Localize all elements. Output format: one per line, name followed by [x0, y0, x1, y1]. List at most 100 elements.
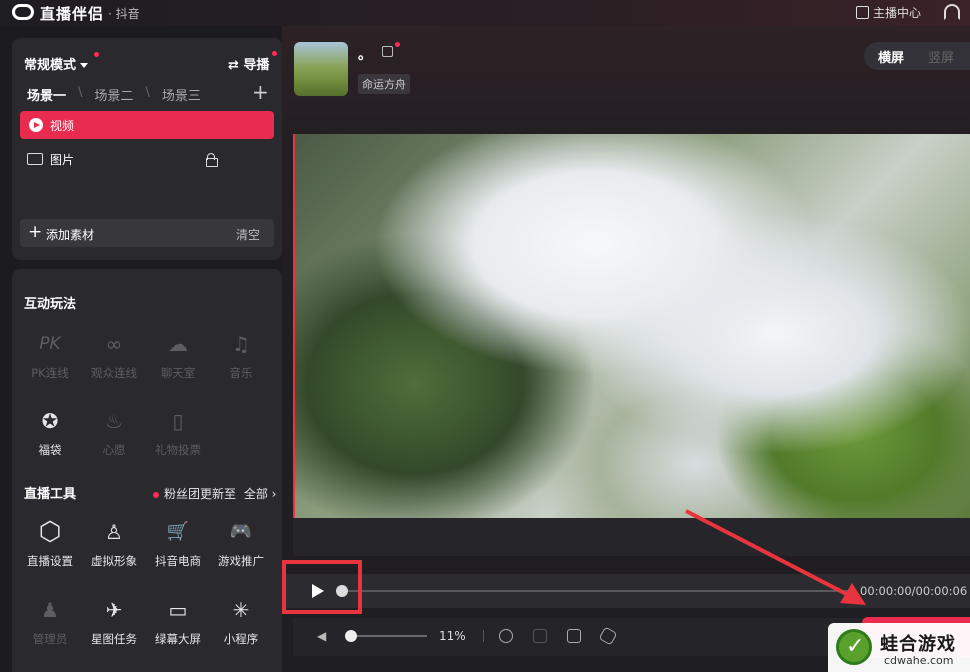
landscape-option[interactable]: 横屏	[864, 47, 904, 66]
volume-value: 11%	[439, 629, 466, 643]
volume-track[interactable]	[357, 635, 427, 637]
mini-program-button[interactable]: ✳ 小程序	[209, 597, 273, 647]
music-icon: ♫	[232, 332, 250, 356]
timeline-time: 00:00:00/00:00:06	[860, 584, 968, 598]
tab-separator: \	[145, 85, 150, 100]
lock-icon[interactable]	[206, 153, 218, 167]
source-item-video[interactable]: 视频	[20, 111, 274, 139]
ecommerce-button[interactable]: 🛒 抖音电商	[146, 519, 210, 569]
mini-program-icon: ✳	[232, 598, 250, 622]
wish-button[interactable]: ♨ 心愿	[82, 408, 146, 458]
swap-arrows-icon: ⇄	[228, 58, 244, 73]
support-headset-icon[interactable]	[944, 4, 960, 20]
scene-tabs: 场景一 \ 场景二 \ 场景三	[27, 85, 201, 104]
add-scene-plus-icon[interactable]: +	[252, 80, 269, 104]
host-center-link[interactable]: 主播中心	[856, 4, 921, 21]
edit-notification-dot	[395, 42, 400, 47]
fans-notice-label: 粉丝团更新至	[164, 487, 237, 501]
interactive-title: 互动玩法	[24, 297, 77, 312]
frog-logo-icon	[836, 629, 872, 665]
wish-icon: ♨	[105, 409, 123, 433]
gift-vote-button[interactable]: ▯ 礼物投票	[146, 408, 210, 458]
main-area: 。 命运方舟 横屏 竖屏 00:00:00/00:00:06 ◀ 11%	[282, 26, 970, 672]
gamepad-icon: 🎮	[229, 521, 253, 542]
add-material-bar: + 添加素材 清空	[20, 219, 274, 247]
settings-hex-icon: ⬡	[38, 517, 62, 547]
fans-notice[interactable]: 粉丝团更新至 全部 ›	[153, 485, 276, 502]
green-screen-button[interactable]: ▭ 绿幕大屏	[146, 597, 210, 647]
guide-label: 导播	[243, 58, 270, 73]
virtual-avatar-button[interactable]: ♙ 虚拟形象	[82, 519, 146, 569]
app-platform: · 抖音	[108, 7, 140, 21]
tab-scene-2[interactable]: 场景二	[94, 85, 133, 104]
green-screen-label: 绿幕大屏	[155, 632, 201, 646]
highlight-box	[282, 560, 362, 614]
portrait-option[interactable]: 竖屏	[904, 47, 954, 66]
hexagon-settings-icon[interactable]	[598, 626, 618, 646]
app-title: 直播伴侣	[40, 5, 105, 23]
monitor-icon: ▭	[168, 598, 188, 622]
clear-button[interactable]: 清空	[236, 226, 260, 243]
bar-chart-icon: ▯	[172, 409, 184, 433]
notification-dot	[94, 52, 99, 57]
chat-icon: ☁	[168, 332, 188, 356]
tab-scene-1[interactable]: 场景一	[27, 85, 66, 104]
star-task-button[interactable]: ✈ 星图任务	[82, 597, 146, 647]
video-preview[interactable]	[293, 134, 970, 518]
wish-label: 心愿	[102, 443, 126, 457]
title-bar: 直播伴侣 · 抖音 主播中心	[0, 0, 970, 26]
source-label: 图片	[50, 152, 75, 167]
caret-down-icon	[80, 63, 89, 68]
cart-icon: 🛒	[166, 521, 190, 542]
rotate-camera-icon[interactable]	[499, 629, 513, 643]
volume-slider-knob[interactable]	[345, 630, 357, 642]
live-settings-button[interactable]: ⬡ 直播设置	[18, 519, 82, 569]
watermark: 蛙合游戏 cdwahe.com	[828, 623, 970, 672]
watermark-title: 蛙合游戏	[880, 634, 956, 655]
edit-icon[interactable]	[382, 46, 393, 57]
mode-dropdown[interactable]: 常规模式	[24, 54, 89, 73]
source-item-image[interactable]: 图片	[20, 145, 274, 173]
category-tag[interactable]: 命运方舟	[358, 74, 410, 94]
mini-program-label: 小程序	[223, 632, 259, 646]
view-all-link[interactable]: 全部 ›	[244, 487, 277, 501]
pk-link-button[interactable]: PK PK连线	[18, 331, 82, 381]
star-task-label: 星图任务	[91, 632, 137, 646]
source-label: 视频	[50, 118, 75, 133]
add-material-button[interactable]: 添加素材	[46, 226, 94, 243]
guide-button[interactable]: ⇄ 导播	[228, 54, 269, 73]
paper-plane-icon: ✈	[105, 598, 123, 622]
tab-separator: \	[78, 85, 83, 100]
lucky-bag-icon: ✪	[41, 409, 59, 433]
camera-icon[interactable]	[567, 629, 581, 643]
mode-label: 常规模式	[24, 58, 77, 73]
nickname: 。	[358, 47, 372, 63]
game-promo-label: 游戏推广	[218, 554, 264, 568]
plus-icon: +	[28, 222, 43, 242]
screen-icon[interactable]	[533, 629, 547, 643]
audience-link-label: 观众连线	[91, 366, 137, 380]
chatroom-button[interactable]: ☁ 聊天室	[146, 331, 210, 381]
gift-vote-label: 礼物投票	[155, 443, 201, 457]
image-icon	[27, 153, 43, 165]
lucky-bag-label: 福袋	[38, 443, 62, 457]
audience-link-button[interactable]: ∞ 观众连线	[82, 331, 146, 381]
speaker-icon[interactable]: ◀	[317, 630, 329, 642]
divider	[483, 630, 484, 642]
watermark-url: cdwahe.com	[884, 654, 954, 667]
lucky-bag-button[interactable]: ✪ 福袋	[18, 408, 82, 458]
game-promo-button[interactable]: 🎮 游戏推广	[209, 519, 273, 569]
live-tools-title: 直播工具	[24, 487, 77, 502]
admin-button[interactable]: ♟ 管理员	[18, 597, 82, 647]
tab-scene-3[interactable]: 场景三	[162, 85, 201, 104]
music-button[interactable]: ♫ 音乐	[209, 331, 273, 381]
guide-notification-dot	[272, 51, 277, 56]
pk-link-label: PK连线	[31, 366, 69, 380]
link-icon: ∞	[105, 332, 123, 356]
tools-panel: 互动玩法 PK PK连线 ∞ 观众连线 ☁ 聊天室 ♫ 音乐 ✪ 福袋 ♨ 心愿…	[12, 269, 282, 672]
avatar-icon: ♙	[105, 520, 123, 544]
pk-icon: PK	[39, 334, 61, 354]
chart-icon	[856, 6, 869, 19]
avatar[interactable]	[294, 42, 348, 96]
scenes-panel: 常规模式 ⇄ 导播 场景一 \ 场景二 \ 场景三 + 视频 图片 + 添加素材…	[12, 38, 282, 260]
